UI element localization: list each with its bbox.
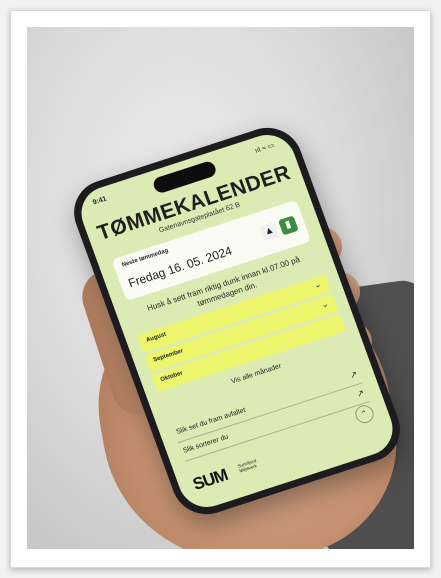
month-label: Oktober xyxy=(159,370,184,384)
photo: 9:41 ııl ≈ ▭ TØMMEKALENDER Gatenavnsgate… xyxy=(27,27,414,549)
chevron-down-icon: ⌄ xyxy=(319,298,330,310)
brand-name: Sunnfjord Miljøverk xyxy=(237,458,259,473)
arrow-up-right-icon: ↗ xyxy=(348,368,359,381)
bag-icon: ▲ xyxy=(259,221,280,242)
arrow-up-right-icon: ↗ xyxy=(355,387,366,400)
month-label: August xyxy=(145,331,168,344)
bin-icon: ▮ xyxy=(278,215,299,236)
brand-logo: SUM xyxy=(190,465,230,494)
month-label: September xyxy=(152,348,185,364)
status-icons: ııl ≈ ▭ xyxy=(254,142,276,155)
status-time: 9:41 xyxy=(91,195,108,207)
chevron-down-icon: ⌄ xyxy=(312,278,323,291)
